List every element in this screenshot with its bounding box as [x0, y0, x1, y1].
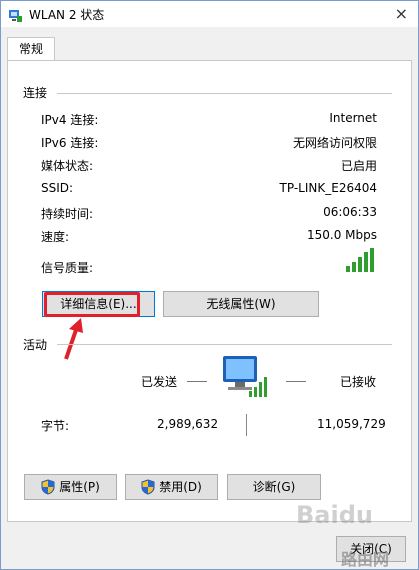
ipv4-value: Internet [329, 111, 377, 125]
signal-bar-4 [364, 252, 368, 272]
baidu-watermark: Baidu [296, 501, 373, 529]
diagnose-button[interactable]: 诊断(G) [227, 474, 321, 500]
signal-bar-2 [352, 262, 356, 272]
tab-general[interactable]: 常规 [7, 37, 55, 61]
bytes-received-value: 11,059,729 [317, 417, 386, 431]
disable-button-label: 禁用(D) [159, 480, 202, 494]
properties-button[interactable]: 属性(P) [24, 474, 117, 500]
close-icon[interactable]: × [395, 4, 408, 23]
network-computer-icon [219, 353, 273, 404]
media-state-value: 已启用 [340, 159, 377, 173]
signal-bar-3 [358, 257, 362, 272]
shield-icon [141, 479, 155, 495]
signal-strength-icon [345, 247, 377, 276]
duration-value: 06:06:33 [323, 205, 377, 219]
signal-quality-label: 信号质量: [41, 261, 94, 275]
wireless-properties-button[interactable]: 无线属性(W) [163, 291, 319, 317]
signal-bar-5 [370, 248, 374, 272]
disable-button[interactable]: 禁用(D) [125, 474, 218, 500]
signal-bar-1 [346, 266, 350, 272]
ipv6-label: IPv6 连接: [41, 136, 99, 150]
ssid-label: SSID: [41, 181, 74, 195]
annotation-arrow-icon [59, 317, 85, 366]
wireless-properties-label: 无线属性(W) [206, 297, 276, 311]
wifi-adapter-icon [7, 7, 23, 23]
section-divider [57, 93, 392, 94]
site-watermark: 路由网 [341, 550, 390, 569]
ipv4-label: IPv4 连接: [41, 113, 99, 127]
bytes-separator [246, 414, 247, 436]
speed-label: 速度: [41, 230, 70, 244]
status-window: WLAN 2 状态 × 常规 连接 IPv4 连接: Internet IPv6… [0, 0, 419, 570]
section-title-activity: 活动 [23, 338, 48, 352]
section-divider [57, 344, 392, 345]
diagnose-button-label: 诊断(G) [252, 480, 296, 494]
window-title: WLAN 2 状态 [29, 8, 105, 22]
sent-dash [187, 381, 207, 382]
received-label: 已接收 [340, 375, 377, 389]
title-bar[interactable]: WLAN 2 状态 × [1, 1, 418, 27]
properties-button-label: 属性(P) [59, 480, 100, 494]
section-title-connection: 连接 [23, 86, 48, 100]
ssid-value: TP-LINK_E26404 [279, 181, 377, 195]
bytes-sent-value: 2,989,632 [157, 417, 219, 431]
bytes-label: 字节: [41, 419, 70, 433]
annotation-highlight-box [44, 292, 140, 317]
received-dash [286, 381, 306, 382]
shield-icon [41, 479, 55, 495]
media-state-label: 媒体状态: [41, 159, 94, 173]
ipv6-value: 无网络访问权限 [292, 136, 377, 150]
duration-label: 持续时间: [41, 207, 94, 221]
speed-value: 150.0 Mbps [306, 228, 377, 242]
sent-label: 已发送 [141, 375, 178, 389]
